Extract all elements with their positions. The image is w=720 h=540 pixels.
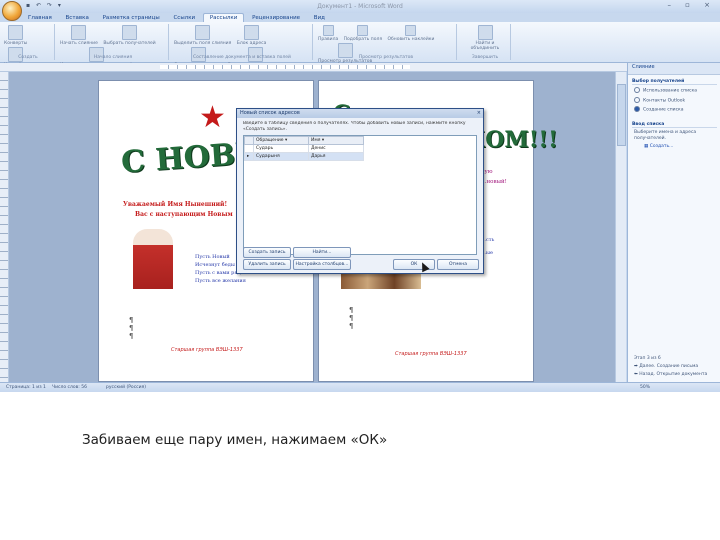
step-indicator: Этап 3 из 6 <box>634 356 661 361</box>
verse-line: Пусть все желания <box>195 278 246 284</box>
create-list-link[interactable]: ▦ Создать... <box>644 144 717 150</box>
address-block-button[interactable]: Блок адреса <box>237 24 266 46</box>
pane-section-enter-list: Ввод списка <box>632 122 717 128</box>
new-entry-button[interactable]: Создать запись <box>243 247 291 258</box>
highlight-fields-button[interactable]: Выделить поля слияния <box>174 24 231 46</box>
option-new-list[interactable]: Создание списка <box>634 106 717 114</box>
window-controls[interactable]: – ▫ × <box>667 1 716 9</box>
dialog-title: Новый список адресов <box>240 110 300 116</box>
select-recipients-button[interactable]: Выбрать получателей <box>103 24 156 46</box>
table-cell[interactable]: Сударыня <box>253 152 309 161</box>
cancel-button[interactable]: Отмена <box>437 259 479 270</box>
option-existing-list[interactable]: Использование списка <box>634 87 717 95</box>
update-labels-button[interactable]: Обновить наклейки <box>387 24 434 42</box>
address-table: Обращение ▾ Имя ▾ Сударь Денис ▸ Сударын… <box>244 136 364 161</box>
pane-navigation: Этап 3 из 6 ➡ Далее. Создание письма ⬅ Н… <box>628 354 720 378</box>
page-footer: Старшая группа ВЭШ-1337 <box>395 351 467 357</box>
ribbon: Конверты Наклейки Создать Начать слияние… <box>0 22 720 68</box>
table-row[interactable]: Сударь Денис <box>244 144 364 153</box>
ribbon-group-caption: Начало слияния <box>93 55 133 60</box>
status-bar: Страница: 1 из 1 Число слов: 56 русский … <box>0 382 720 392</box>
quick-access-toolbar[interactable]: ▪ ↶ ↷ ▾ <box>26 2 63 9</box>
address-icon <box>244 25 260 40</box>
finish-merge-button[interactable]: Найти и объединить <box>462 24 508 51</box>
table-header-row: Обращение ▾ Имя ▾ <box>244 136 364 145</box>
column-header-salutation[interactable]: Обращение ▾ <box>253 136 309 145</box>
new-address-list-dialog: Новый список адресов × Введите в таблицу… <box>236 108 484 274</box>
finish-icon <box>477 25 493 40</box>
start-merge-button[interactable]: Начать слияние <box>60 24 98 46</box>
radio-icon <box>634 96 640 103</box>
ribbon-group-preview: Правила Подобрать поля Обновить наклейки… <box>316 24 457 64</box>
pane-title: Слияние <box>628 63 720 75</box>
match-icon <box>357 25 369 36</box>
ribbon-tabs: Главная Вставка Разметка страницы Ссылки… <box>22 13 331 23</box>
match-fields-button[interactable]: Подобрать поля <box>344 24 382 42</box>
ribbon-group-create: Конверты Наклейки Создать <box>2 24 55 68</box>
find-button[interactable]: Найти... <box>293 247 351 258</box>
page-footer: Старшая группа ВЭШ-1337 <box>171 347 243 353</box>
document-icon <box>71 25 87 40</box>
ribbon-group-finish: Найти и объединить Завершить <box>460 24 511 60</box>
customize-columns-button[interactable]: Настройка столбцов... <box>293 259 351 270</box>
rules-icon <box>322 25 334 36</box>
ribbon-group-write-insert: Выделить поля слияния Блок адреса Строка… <box>172 24 313 68</box>
verse-line: Исчезнут беды <box>195 262 235 268</box>
scroll-thumb[interactable] <box>617 84 626 146</box>
vertical-scrollbar[interactable] <box>615 72 626 382</box>
paragraph-mark: ¶ ¶ ¶ <box>129 316 134 340</box>
pane-description: Выберите имена и адреса получателей. <box>634 129 697 141</box>
update-icon <box>405 25 417 36</box>
ribbon-group-caption: Создать <box>18 55 38 60</box>
greeting-line: Вас с наступающим Новым <box>135 211 233 218</box>
title-bar: Документ1 - Microsoft Word ▪ ↶ ↷ ▾ – ▫ × <box>0 0 720 13</box>
dialog-instruction: Введите в таблицу сведения о получателях… <box>243 121 466 132</box>
greeting-line: …новый! <box>481 179 507 185</box>
delete-entry-button[interactable]: Удалить запись <box>243 259 291 270</box>
ribbon-group-caption: Завершить <box>471 55 499 60</box>
envelopes-button[interactable]: Конверты <box>4 24 27 46</box>
preview-results-button[interactable]: Просмотр результатов <box>318 42 372 64</box>
highlight-icon <box>195 25 211 40</box>
word-screenshot: Документ1 - Microsoft Word ▪ ↶ ↷ ▾ – ▫ ×… <box>0 0 720 392</box>
pane-section-recipients: Выбор получателей <box>632 79 717 85</box>
santa-claus-picture <box>133 229 173 309</box>
radio-icon <box>634 87 640 93</box>
table-cell[interactable]: Дарья <box>308 152 364 161</box>
row-pointer-icon: ▸ <box>244 152 254 161</box>
radio-selected-icon <box>634 106 640 112</box>
rules-button[interactable]: Правила <box>318 24 338 42</box>
close-icon[interactable]: × <box>477 110 481 116</box>
option-outlook-contacts[interactable]: Контакты Outlook <box>634 96 717 105</box>
dialog-title-bar: Новый список адресов × <box>237 109 483 118</box>
next-step-link[interactable]: ➡ Далее. Создание письма <box>634 364 717 370</box>
horizontal-ruler[interactable] <box>0 63 720 72</box>
vertical-ruler[interactable] <box>0 72 9 382</box>
recipients-icon <box>122 25 137 40</box>
ribbon-group-caption: Просмотр результатов <box>358 55 414 60</box>
status-words[interactable]: Число слов: 56 <box>52 385 87 390</box>
table-cell[interactable]: Денис <box>308 144 364 153</box>
window-title: Документ1 - Microsoft Word <box>317 3 403 10</box>
greeting-line: Уважаемый Имя Нынешний! <box>123 201 228 208</box>
status-language[interactable]: русский (Россия) <box>106 385 146 390</box>
column-header-name[interactable]: Имя ▾ <box>308 136 364 145</box>
status-page[interactable]: Страница: 1 из 1 <box>6 385 46 390</box>
office-button-icon[interactable] <box>2 1 22 21</box>
previous-step-link[interactable]: ⬅ Назад. Открытие документа <box>634 372 717 378</box>
envelope-icon <box>8 25 24 40</box>
red-star-icon: ★ <box>199 100 226 135</box>
address-grid[interactable]: Обращение ▾ Имя ▾ Сударь Денис ▸ Сударын… <box>243 135 477 255</box>
ribbon-group-caption: Составление документа и вставка полей <box>193 55 291 60</box>
paragraph-mark: ¶ ¶ ¶ <box>349 306 354 330</box>
slide-caption: Забиваем еще пару имен, нажимаем «ОК» <box>82 432 388 448</box>
zoom-level[interactable]: 50% <box>640 385 650 390</box>
table-cell[interactable]: Сударь <box>253 144 309 153</box>
table-row[interactable]: ▸ Сударыня Дарья <box>244 152 364 161</box>
mail-merge-pane: Слияние Выбор получателей Использование … <box>627 63 720 382</box>
ribbon-group-start-merge: Начать слияние Выбрать получателей Измен… <box>58 24 169 68</box>
verse-line: Пусть Новый <box>195 254 230 260</box>
